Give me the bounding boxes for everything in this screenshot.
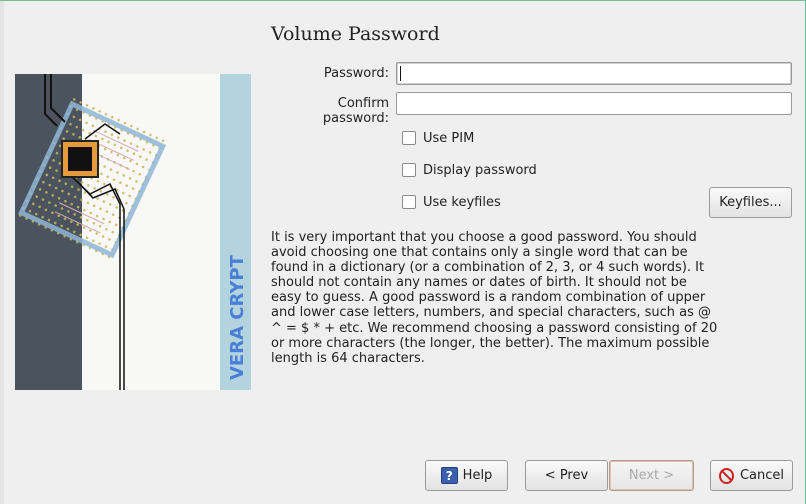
use-pim-label: Use PIM xyxy=(423,130,475,146)
use-pim-checkbox[interactable] xyxy=(402,131,416,145)
cancel-button-label: Cancel xyxy=(739,468,784,483)
page-title: Volume Password xyxy=(271,23,440,45)
veracrypt-banner: VERA CRYPT xyxy=(15,74,251,390)
password-input[interactable] xyxy=(396,62,792,85)
use-pim-option[interactable]: Use PIM xyxy=(402,129,474,147)
help-button[interactable]: ? Help xyxy=(425,460,508,491)
password-label: Password: xyxy=(323,66,389,81)
use-keyfiles-checkbox[interactable] xyxy=(402,195,416,209)
confirm-password-label: Confirm password: xyxy=(322,96,389,126)
password-advice-text: It is very important that you choose a g… xyxy=(271,230,718,366)
next-button[interactable]: Next > xyxy=(609,460,694,491)
display-password-option[interactable]: Display password xyxy=(402,161,537,179)
help-icon: ? xyxy=(440,467,458,484)
use-keyfiles-label: Use keyfiles xyxy=(423,194,501,210)
display-password-checkbox[interactable] xyxy=(402,163,416,177)
display-password-label: Display password xyxy=(423,162,537,178)
use-keyfiles-option[interactable]: Use keyfiles xyxy=(402,193,501,211)
prev-button[interactable]: < Prev xyxy=(525,460,608,491)
cancel-button[interactable]: Cancel xyxy=(710,460,793,491)
text-caret xyxy=(400,66,401,81)
confirm-password-input[interactable] xyxy=(396,92,792,115)
window-edge xyxy=(0,0,4,504)
cancel-icon xyxy=(719,467,734,484)
banner-brand-text: VERA CRYPT xyxy=(227,254,248,380)
help-button-label: Help xyxy=(462,468,493,483)
keyfiles-button[interactable]: Keyfiles... xyxy=(709,187,792,218)
